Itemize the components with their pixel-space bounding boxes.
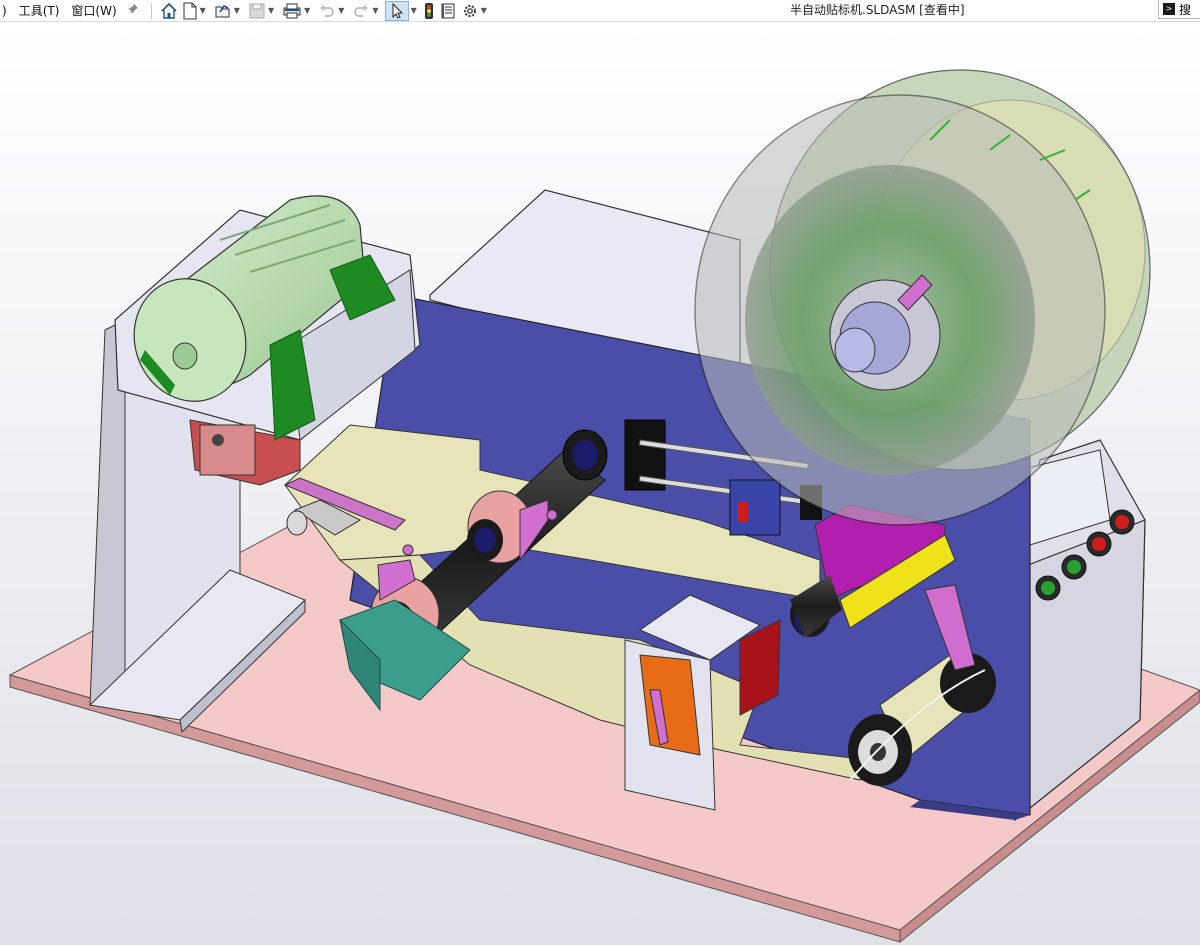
gearbox (199, 424, 256, 476)
chevron-down-icon[interactable]: ▼ (200, 6, 206, 15)
chevron-down-icon[interactable]: ▼ (234, 6, 240, 15)
options-gear-icon (461, 2, 479, 20)
traffic-light-icon (423, 2, 435, 20)
chevron-down-icon[interactable]: ▼ (268, 6, 274, 15)
redo-icon (352, 2, 370, 20)
pin-icon[interactable] (127, 3, 139, 18)
menu-toolbar-bar: ) 工具(T) 窗口(W) ▼ ▼ ▼ ▼ ▼ ▼ ▼ ▼ (0, 0, 1200, 22)
home-icon (160, 2, 178, 20)
rebuild-button[interactable] (421, 0, 437, 22)
chevron-down-icon[interactable]: ▼ (304, 6, 310, 15)
redo-button[interactable]: ▼ (350, 0, 384, 22)
save-icon (248, 2, 266, 20)
menu-item-cut-off[interactable]: ) (0, 0, 13, 22)
open-file-button[interactable]: ▼ (212, 0, 246, 22)
undo-icon (318, 2, 336, 20)
document-title: 半自动贴标机.SLDASM [查看中] (790, 3, 965, 17)
new-document-icon (182, 2, 198, 20)
select-button[interactable] (384, 0, 409, 21)
command-search[interactable]: > 搜 (1158, 0, 1200, 19)
save-button[interactable]: ▼ (246, 0, 280, 22)
chevron-down-icon[interactable]: ▼ (411, 6, 417, 15)
open-file-icon (214, 2, 232, 20)
file-properties-button[interactable] (437, 0, 459, 22)
select-icon (388, 2, 406, 20)
new-document-button[interactable]: ▼ (180, 0, 212, 22)
options-button[interactable]: ▼ (459, 0, 493, 22)
undo-button[interactable]: ▼ (316, 0, 350, 22)
menu-item-window[interactable]: 窗口(W) (65, 0, 122, 22)
home-button[interactable] (158, 0, 180, 22)
print-icon (282, 2, 302, 20)
chevron-down-icon[interactable]: ▼ (481, 6, 487, 15)
file-properties-icon (439, 2, 457, 20)
menu-item-tools[interactable]: 工具(T) (13, 0, 66, 22)
chevron-down-icon[interactable]: ▼ (372, 6, 378, 15)
search-label: 搜 (1179, 2, 1192, 17)
labeling-machine-model (0, 23, 1200, 945)
print-button[interactable]: ▼ (280, 0, 316, 22)
command-prompt-icon: > (1163, 3, 1175, 15)
graphics-viewport[interactable] (0, 23, 1200, 945)
chevron-down-icon[interactable]: ▼ (338, 6, 344, 15)
toolbar-separator (150, 2, 152, 19)
